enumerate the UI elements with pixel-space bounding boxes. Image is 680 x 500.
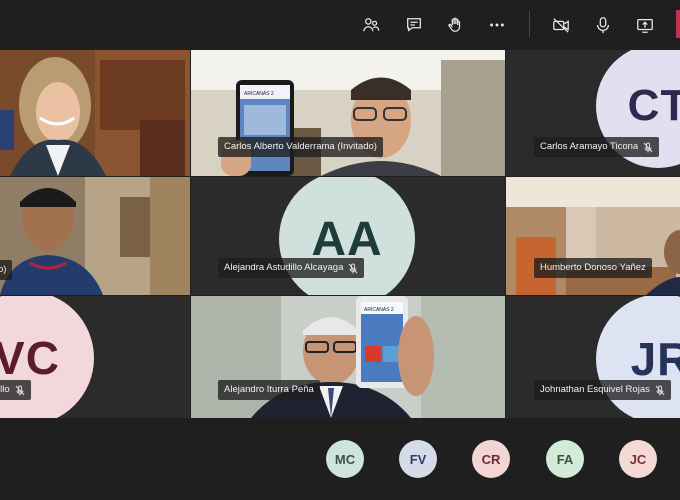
video-tile-8[interactable]: ARICANAS 2 Alejandro Iturra Peña (191, 296, 505, 418)
overflow-participant-avatar[interactable]: JC (619, 440, 657, 478)
participant-name: o) (0, 264, 7, 275)
overflow-participant-avatar[interactable]: FA (546, 440, 584, 478)
participant-name-tag: o) (0, 260, 13, 280)
camera-off-icon[interactable] (546, 10, 576, 40)
mic-off-icon (643, 142, 653, 153)
participants-icon[interactable] (356, 10, 386, 40)
participant-video (0, 177, 190, 295)
participant-video (0, 50, 190, 176)
participant-name: Alejandro Iturra Peña (224, 384, 314, 395)
video-tile-1[interactable] (0, 50, 190, 176)
participant-video: ARICANAS 2 (191, 50, 505, 176)
video-tile-5[interactable]: AA Alejandra Astudillo Alcayaga (191, 177, 505, 295)
participant-name-tag: Carlos Aramayo Ticona (534, 137, 660, 157)
overflow-participant-avatar[interactable]: FV (399, 440, 437, 478)
video-tile-3[interactable]: CT Carlos Aramayo Ticona (506, 50, 680, 176)
participant-name: Johnathan Esquivel Rojas (540, 384, 650, 395)
more-actions-icon[interactable] (482, 10, 512, 40)
mic-off-icon (655, 385, 665, 396)
participant-name: Humberto Donoso Yañez (540, 262, 646, 273)
avatar-initials: JR (630, 333, 680, 385)
meeting-toolbar (0, 0, 680, 50)
participant-name: Carlos Alberto Valderrama (Invitado) (224, 141, 377, 152)
participant-name: Alejandra Astudillo Alcayaga (224, 262, 344, 273)
raise-hand-icon[interactable] (440, 10, 470, 40)
leave-button-edge[interactable] (676, 10, 680, 38)
participant-name: Carlos Aramayo Ticona (540, 141, 639, 152)
chat-icon[interactable] (399, 10, 429, 40)
mic-off-icon (15, 385, 25, 396)
svg-text:ARICANAS 2: ARICANAS 2 (244, 91, 274, 97)
video-tile-4[interactable]: o) (0, 177, 190, 295)
participant-name-tag: illo (0, 380, 31, 400)
toolbar-divider (529, 11, 530, 37)
video-tile-7[interactable]: VC illo (0, 296, 190, 418)
participant-name-tag: Carlos Alberto Valderrama (Invitado) (218, 137, 383, 157)
avatar-initials: CT (627, 81, 680, 130)
avatar-initials: VC (0, 332, 60, 384)
video-tile-2[interactable]: ARICANAS 2 Carlos Alberto Valderrama (In… (191, 50, 505, 176)
microphone-icon[interactable] (588, 10, 618, 40)
video-tile-6[interactable]: Humberto Donoso Yañez (506, 177, 680, 295)
video-tile-9[interactable]: JR Johnathan Esquivel Rojas (506, 296, 680, 418)
participant-name-tag: Johnathan Esquivel Rojas (534, 380, 671, 400)
participant-name-tag: Alejandra Astudillo Alcayaga (218, 258, 365, 278)
share-screen-icon[interactable] (630, 10, 660, 40)
participant-name-tag: Humberto Donoso Yañez (534, 258, 652, 278)
mic-off-icon (348, 263, 358, 274)
participant-name: illo (0, 384, 10, 395)
teams-meeting-window: ARICANAS 2 Carlos Alberto Valderrama (In… (0, 0, 680, 500)
svg-text:ARICANAS 2: ARICANAS 2 (364, 307, 394, 313)
overflow-participant-avatar[interactable]: MC (326, 440, 364, 478)
overflow-participant-avatar[interactable]: CR (472, 440, 510, 478)
participant-name-tag: Alejandro Iturra Peña (218, 380, 320, 400)
